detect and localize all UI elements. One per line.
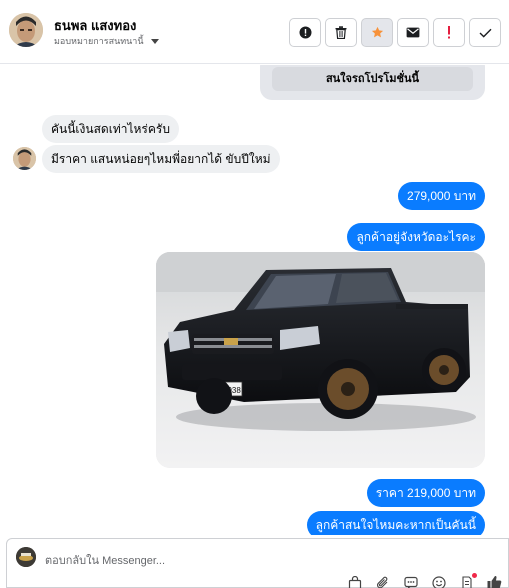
star-button[interactable] (361, 18, 393, 47)
trash-icon (335, 26, 347, 39)
mail-icon (406, 27, 420, 38)
attachment-icon (376, 576, 387, 588)
follow-up-button[interactable] (433, 18, 465, 47)
page-avatar (16, 547, 36, 567)
assign-conversation-dropdown[interactable]: มอบหมายการสนทนานี้ (54, 34, 159, 48)
promo-card: สนใจรถโปรโมชั่นนี้ (260, 65, 485, 100)
star-icon (371, 26, 383, 38)
mark-spam-button[interactable] (289, 18, 321, 47)
promo-card-button[interactable]: สนใจรถโปรโมชั่นนี้ (272, 67, 473, 91)
saved-replies-button[interactable] (403, 575, 418, 588)
reply-composer: ตอบกลับใน Messenger... (6, 538, 509, 588)
typing-icon (461, 575, 472, 588)
incoming-message: คันนี้เงินสดเท่าไหร่ครับ (42, 115, 179, 143)
car-photo[interactable]: ฆฟ 1938 (156, 252, 485, 468)
reply-input[interactable]: ตอบกลับใน Messenger... (45, 551, 165, 569)
mark-unread-button[interactable] (397, 18, 429, 47)
contact-name[interactable]: ธนพล แสงทอง (54, 15, 136, 36)
contact-avatar[interactable] (9, 13, 43, 47)
bag-icon (348, 575, 361, 588)
emoji-icon (431, 575, 446, 588)
conversation-header: ธนพล แสงทอง มอบหมายการสนทนานี้ (0, 0, 509, 64)
emoji-button[interactable] (431, 575, 446, 588)
sender-avatar (13, 147, 36, 170)
mark-done-button[interactable] (469, 18, 501, 47)
like-button[interactable] (487, 575, 502, 588)
like-icon (487, 575, 502, 588)
outgoing-message: 279,000 บาท (398, 182, 485, 210)
product-button[interactable] (347, 575, 362, 588)
assign-label: มอบหมายการสนทนานี้ (54, 36, 144, 46)
composer-toolbar (347, 573, 502, 588)
outgoing-message: ราคา 219,000 บาท (366, 479, 485, 507)
outgoing-message: ลูกค้าอยู่จังหวัดอะไรคะ (347, 223, 485, 251)
typing-indicator-button[interactable] (459, 573, 477, 588)
saved-reply-icon (403, 576, 418, 588)
incoming-message: มีราคา แสนหน่อยๆไหมพี่อยากได้ ขับปีใหม่ (42, 145, 280, 173)
exclamation-icon (448, 26, 450, 39)
message-thread[interactable]: สนใจรถโปรโมชั่นนี้ คันนี้เงินสดเท่าไหร่ค… (0, 65, 509, 535)
checkmark-icon (479, 28, 491, 38)
caret-down-icon (150, 38, 159, 44)
notification-dot (472, 573, 477, 578)
attach-button[interactable] (375, 575, 390, 588)
header-actions (289, 18, 501, 47)
alert-circle-icon (299, 26, 311, 39)
delete-button[interactable] (325, 18, 357, 47)
outgoing-message: ลูกค้าสนใจไหมคะหากเป็นคันนี้ (306, 511, 485, 535)
